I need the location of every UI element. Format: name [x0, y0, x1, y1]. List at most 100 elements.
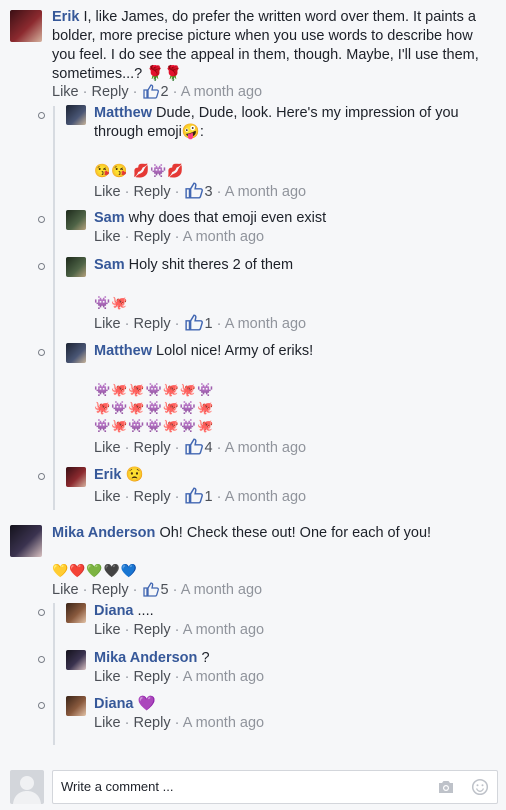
separator: · — [174, 440, 180, 456]
avatar[interactable] — [66, 210, 86, 230]
separator: · — [216, 489, 222, 505]
timestamp[interactable]: A month ago — [183, 622, 264, 638]
comment-author[interactable]: Diana — [94, 603, 134, 619]
separator: · — [174, 715, 180, 731]
avatar[interactable] — [66, 650, 86, 670]
avatar[interactable] — [10, 525, 42, 557]
comment-author[interactable]: Erik — [94, 467, 121, 483]
comment-text: Holy shit theres 2 of them — [128, 257, 294, 273]
list-bullet — [38, 263, 45, 270]
comment-actions: Like · Reply · 1 · A month ago — [94, 487, 306, 505]
emoji-picker-icon[interactable] — [471, 778, 489, 796]
reply-thread-line — [53, 603, 55, 745]
separator: · — [124, 316, 130, 332]
comment-input-placeholder: Write a comment ... — [61, 779, 174, 794]
separator: · — [124, 489, 130, 505]
camera-icon[interactable] — [437, 778, 455, 796]
reply-button[interactable]: Reply — [134, 184, 171, 200]
like-button[interactable]: Like — [94, 669, 121, 685]
like-button[interactable]: Like — [94, 489, 121, 505]
comment-author[interactable]: Sam — [94, 210, 125, 226]
like-button[interactable]: Like — [94, 622, 121, 638]
avatar[interactable] — [66, 105, 86, 125]
emoji-content: 😘😘 💋👾💋 — [94, 163, 185, 178]
like-button[interactable]: Like — [52, 84, 79, 100]
comment-actions: Like · Reply · 2 · A month ago — [52, 84, 262, 100]
separator: · — [174, 316, 180, 332]
avatar[interactable] — [66, 696, 86, 716]
avatar[interactable] — [10, 10, 42, 42]
separator: · — [216, 440, 222, 456]
timestamp[interactable]: A month ago — [225, 184, 306, 200]
timestamp[interactable]: A month ago — [183, 229, 264, 245]
separator: · — [216, 316, 222, 332]
list-bullet — [38, 702, 45, 709]
comment-input[interactable]: Write a comment ... — [52, 770, 498, 804]
avatar[interactable] — [66, 343, 86, 363]
list-bullet — [38, 473, 45, 480]
comment-text: Lolol nice! Army of eriks! — [156, 343, 314, 359]
separator: · — [124, 669, 130, 685]
comment-author[interactable]: Matthew — [94, 105, 152, 121]
like-count-icon — [184, 438, 203, 455]
separator: · — [124, 440, 130, 456]
separator: · — [172, 582, 178, 598]
reply-button[interactable]: Reply — [92, 582, 129, 598]
emoji-content: 💛❤️💚🖤💙 — [52, 563, 138, 578]
reply-button[interactable]: Reply — [134, 622, 171, 638]
timestamp[interactable]: A month ago — [181, 84, 262, 100]
separator: · — [174, 489, 180, 505]
reply-button[interactable]: Reply — [134, 316, 171, 332]
like-count: 1 — [204, 489, 213, 505]
avatar[interactable] — [66, 467, 86, 487]
comment-text: 😟 — [125, 467, 144, 483]
timestamp[interactable]: A month ago — [225, 440, 306, 456]
comment-author[interactable]: Mika Anderson — [52, 525, 155, 541]
separator: · — [174, 184, 180, 200]
comment-author[interactable]: Matthew — [94, 343, 152, 359]
comment-text: ? — [201, 650, 210, 666]
separator: · — [124, 184, 130, 200]
comment-text: 💜 — [137, 696, 156, 712]
like-count-icon — [142, 84, 159, 99]
reply-button[interactable]: Reply — [134, 440, 171, 456]
like-button[interactable]: Like — [52, 582, 79, 598]
like-count-icon — [184, 182, 203, 199]
timestamp[interactable]: A month ago — [225, 489, 306, 505]
comment-author[interactable]: Diana — [94, 696, 134, 712]
like-button[interactable]: Like — [94, 184, 121, 200]
reply-button[interactable]: Reply — [134, 669, 171, 685]
avatar[interactable] — [66, 257, 86, 277]
emoji-content: 👾🐙 — [94, 295, 129, 310]
reply-button[interactable]: Reply — [134, 715, 171, 731]
comment-author[interactable]: Erik — [52, 9, 79, 25]
comment-author[interactable]: Mika Anderson — [94, 650, 197, 666]
comment-actions: Like · Reply · 3 · A month ago — [94, 182, 306, 200]
comment-author[interactable]: Sam — [94, 257, 125, 273]
like-button[interactable]: Like — [94, 440, 121, 456]
timestamp[interactable]: A month ago — [183, 715, 264, 731]
like-count: 3 — [204, 184, 213, 200]
comment-actions: Like · Reply · A month ago — [94, 622, 264, 638]
like-button[interactable]: Like — [94, 715, 121, 731]
reply-button[interactable]: Reply — [134, 229, 171, 245]
avatar[interactable] — [66, 603, 86, 623]
like-button[interactable]: Like — [94, 229, 121, 245]
reply-button[interactable]: Reply — [92, 84, 129, 100]
comment-actions: Like · Reply · A month ago — [94, 229, 264, 245]
like-button[interactable]: Like — [94, 316, 121, 332]
timestamp[interactable]: A month ago — [183, 669, 264, 685]
timestamp[interactable]: A month ago — [225, 316, 306, 332]
emoji-content: 👾🐙👾👾🐙👾🐙 — [94, 418, 215, 433]
emoji-content: 👾🐙🐙👾🐙🐙👾 — [94, 382, 215, 397]
like-count: 2 — [160, 84, 169, 100]
list-bullet — [38, 349, 45, 356]
like-count: 1 — [204, 316, 213, 332]
separator: · — [82, 582, 88, 598]
separator: · — [124, 229, 130, 245]
timestamp[interactable]: A month ago — [181, 582, 262, 598]
list-bullet — [38, 112, 45, 119]
separator: · — [124, 715, 130, 731]
comment-actions: Like · Reply · 1 · A month ago — [94, 314, 306, 332]
reply-button[interactable]: Reply — [134, 489, 171, 505]
